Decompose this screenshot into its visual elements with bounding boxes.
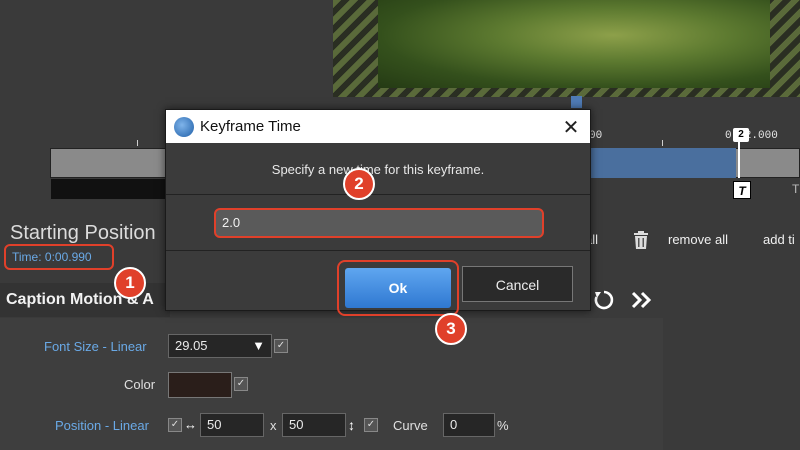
timeline-clip[interactable] (586, 148, 736, 178)
app-logo-icon (174, 117, 194, 137)
keyframe-time-input[interactable]: 2.0 (214, 208, 544, 238)
trash-icon[interactable] (632, 230, 650, 250)
font-size-label: Font Size - Linear (44, 339, 147, 354)
callout-2: 2 (343, 168, 375, 200)
color-label: Color (124, 377, 156, 392)
starting-position-heading: Starting Position (10, 222, 156, 244)
curve-unit: % (497, 418, 509, 433)
remove-all-button[interactable]: remove all (668, 232, 728, 247)
callout-1: 1 (114, 267, 146, 299)
color-swatch[interactable] (168, 372, 232, 398)
dialog-prompt: Specify a new time for this keyframe. (271, 162, 485, 177)
horizontal-arrows-icon: ↔ (184, 417, 197, 432)
dialog-title: Keyframe Time (200, 118, 301, 135)
ok-button-highlight: Ok (337, 260, 459, 316)
timeline-black-segment (51, 179, 165, 199)
position-separator: x (270, 418, 277, 433)
chevron-down-icon: ▼ (252, 338, 265, 353)
reset-icon[interactable] (592, 288, 616, 312)
close-icon[interactable]: ✕ (560, 115, 582, 140)
video-preview (333, 0, 800, 97)
font-size-value: 29.05 (175, 338, 208, 353)
divider (166, 250, 590, 251)
position-y-input[interactable]: 50 (282, 413, 346, 437)
preview-image (378, 0, 770, 88)
cancel-button[interactable]: Cancel (462, 266, 573, 302)
keyframe-time-dialog: Keyframe Time ✕ Specify a new time for t… (165, 109, 591, 316)
preview-handle[interactable] (571, 96, 582, 108)
position-checkbox[interactable]: ✓ (168, 418, 182, 432)
ok-button[interactable]: Ok (345, 268, 451, 308)
playhead-marker[interactable]: 2 (733, 128, 749, 142)
position-y-checkbox[interactable]: ✓ (364, 418, 378, 432)
text-keyframe-icon[interactable]: T (733, 181, 751, 199)
ruler-tick (662, 140, 663, 146)
dialog-titlebar[interactable]: Keyframe Time ✕ (166, 110, 590, 143)
font-size-checkbox[interactable]: ✓ (274, 339, 288, 353)
caption-motion-panel: Font Size - Linear 29.05 ▼ ✓ Color ✓ Pos… (0, 318, 663, 450)
callout-3: 3 (435, 313, 467, 345)
position-x-input[interactable]: 50 (200, 413, 264, 437)
playhead[interactable] (738, 142, 740, 178)
curve-input[interactable]: 0 (443, 413, 495, 437)
fast-forward-icon[interactable] (630, 290, 654, 310)
vertical-arrows-icon: ↕ (348, 417, 355, 433)
add-time-button[interactable]: add ti (763, 232, 795, 247)
font-size-dropdown[interactable]: 29.05 ▼ (168, 334, 272, 358)
curve-label: Curve (393, 418, 428, 433)
color-checkbox[interactable]: ✓ (234, 377, 248, 391)
position-label: Position - Linear (55, 418, 149, 433)
track-tail-label: T (792, 182, 800, 196)
time-label: Time: 0:00.990 (4, 244, 114, 270)
ruler-tick (137, 140, 138, 146)
divider (166, 194, 590, 195)
